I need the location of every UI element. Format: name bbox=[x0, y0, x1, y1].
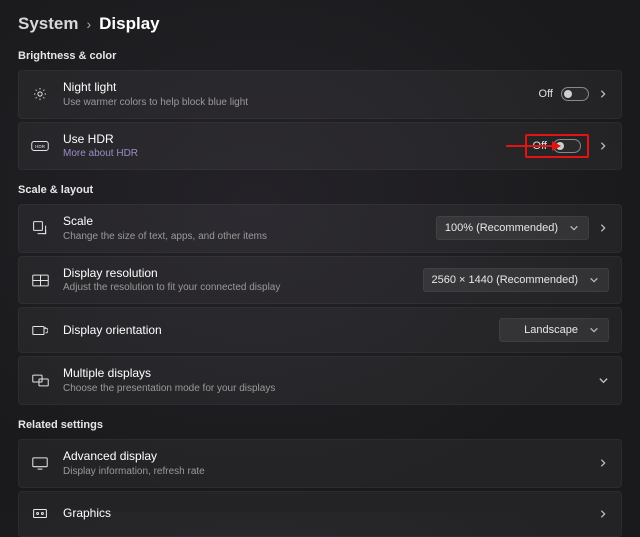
hdr-toggle[interactable] bbox=[553, 139, 581, 153]
advanced-display-title: Advanced display bbox=[63, 449, 597, 465]
chevron-down-icon bbox=[588, 274, 600, 286]
orientation-title: Display orientation bbox=[63, 323, 499, 339]
breadcrumb: System › Display bbox=[18, 14, 622, 34]
chevron-right-icon bbox=[597, 508, 609, 520]
scale-value: 100% (Recommended) bbox=[445, 222, 558, 234]
card-resolution[interactable]: Display resolution Adjust the resolution… bbox=[18, 256, 622, 305]
chevron-right-icon bbox=[597, 140, 609, 152]
graphics-icon bbox=[31, 505, 49, 523]
resolution-subtitle: Adjust the resolution to fit your connec… bbox=[63, 281, 423, 294]
annotation-highlight: Off bbox=[525, 134, 589, 158]
card-orientation[interactable]: Display orientation Landscape bbox=[18, 307, 622, 353]
section-related-settings: Related settings bbox=[18, 419, 622, 431]
card-night-light[interactable]: Night light Use warmer colors to help bl… bbox=[18, 70, 622, 119]
chevron-down-icon bbox=[588, 324, 600, 336]
night-light-status: Off bbox=[539, 88, 553, 100]
chevron-right-icon bbox=[597, 88, 609, 100]
monitor-icon bbox=[31, 454, 49, 472]
card-use-hdr[interactable]: HDR Use HDR More about HDR Off bbox=[18, 122, 622, 171]
card-scale[interactable]: Scale Change the size of text, apps, and… bbox=[18, 204, 622, 253]
night-light-subtitle: Use warmer colors to help block blue lig… bbox=[63, 96, 539, 109]
multiple-displays-icon bbox=[31, 372, 49, 390]
multiple-displays-subtitle: Choose the presentation mode for your di… bbox=[63, 382, 597, 395]
graphics-title: Graphics bbox=[63, 506, 597, 522]
breadcrumb-current: Display bbox=[99, 14, 159, 34]
multiple-displays-title: Multiple displays bbox=[63, 366, 597, 382]
sun-icon bbox=[31, 85, 49, 103]
scale-icon bbox=[31, 219, 49, 237]
card-advanced-display[interactable]: Advanced display Display information, re… bbox=[18, 439, 622, 488]
hdr-icon: HDR bbox=[31, 137, 49, 155]
chevron-right-icon bbox=[597, 457, 609, 469]
orientation-icon bbox=[31, 321, 49, 339]
section-brightness-color: Brightness & color bbox=[18, 50, 622, 62]
resolution-value: 2560 × 1440 (Recommended) bbox=[432, 274, 578, 286]
resolution-title: Display resolution bbox=[63, 266, 423, 282]
night-light-title: Night light bbox=[63, 80, 539, 96]
scale-subtitle: Change the size of text, apps, and other… bbox=[63, 230, 436, 243]
orientation-dropdown[interactable]: Landscape bbox=[499, 318, 609, 342]
chevron-down-icon bbox=[568, 222, 580, 234]
scale-title: Scale bbox=[63, 214, 436, 230]
advanced-display-subtitle: Display information, refresh rate bbox=[63, 465, 597, 478]
hdr-status: Off bbox=[533, 140, 547, 152]
hdr-more-link[interactable]: More about HDR bbox=[63, 147, 525, 160]
chevron-down-icon bbox=[597, 375, 609, 387]
resolution-dropdown[interactable]: 2560 × 1440 (Recommended) bbox=[423, 268, 609, 292]
chevron-right-icon bbox=[597, 222, 609, 234]
night-light-toggle[interactable] bbox=[561, 87, 589, 101]
card-graphics[interactable]: Graphics bbox=[18, 491, 622, 537]
section-scale-layout: Scale & layout bbox=[18, 184, 622, 196]
breadcrumb-parent[interactable]: System bbox=[18, 14, 78, 34]
resolution-icon bbox=[31, 271, 49, 289]
card-multiple-displays[interactable]: Multiple displays Choose the presentatio… bbox=[18, 356, 622, 405]
hdr-title: Use HDR bbox=[63, 132, 525, 148]
svg-text:HDR: HDR bbox=[35, 144, 45, 149]
orientation-value: Landscape bbox=[524, 324, 578, 336]
scale-dropdown[interactable]: 100% (Recommended) bbox=[436, 216, 589, 240]
chevron-right-icon: › bbox=[86, 16, 91, 32]
